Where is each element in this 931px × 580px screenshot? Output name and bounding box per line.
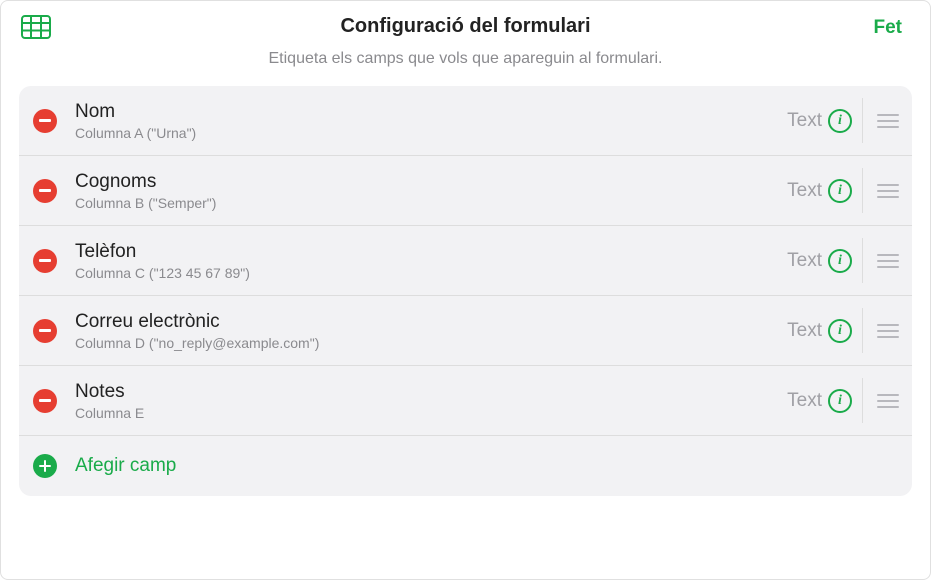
field-subtitle: Columna B ("Semper"): [75, 195, 787, 211]
field-row: Telèfon Columna C ("123 45 67 89") Text …: [19, 226, 912, 296]
page-title: Configuració del formulari: [25, 15, 906, 38]
remove-field-button[interactable]: [33, 319, 57, 343]
info-icon[interactable]: i: [828, 319, 852, 343]
info-icon[interactable]: i: [828, 109, 852, 133]
field-title: Cognoms: [75, 170, 787, 194]
header: Configuració del formulari Fet: [1, 1, 930, 44]
field-row: Nom Columna A ("Urna") Text i: [19, 86, 912, 156]
add-field-label[interactable]: Afegir camp: [57, 455, 176, 477]
field-subtitle: Columna D ("no_reply@example.com"): [75, 335, 787, 351]
field-label-group[interactable]: Telèfon Columna C ("123 45 67 89"): [57, 240, 787, 281]
field-label-group[interactable]: Notes Columna E: [57, 380, 787, 421]
remove-field-button[interactable]: [33, 249, 57, 273]
reorder-icon: [877, 324, 899, 338]
done-button[interactable]: Fet: [874, 17, 903, 39]
field-subtitle: Columna C ("123 45 67 89"): [75, 265, 787, 281]
add-field-button[interactable]: [33, 454, 57, 478]
drag-handle[interactable]: [862, 378, 912, 423]
field-type-label: Text: [787, 390, 822, 412]
field-subtitle: Columna E: [75, 405, 787, 421]
info-icon[interactable]: i: [828, 179, 852, 203]
form-config-window: Configuració del formulari Fet Etiqueta …: [0, 0, 931, 580]
field-title: Notes: [75, 380, 787, 404]
info-icon[interactable]: i: [828, 249, 852, 273]
field-title: Nom: [75, 100, 787, 124]
field-label-group[interactable]: Correu electrònic Columna D ("no_reply@e…: [57, 310, 787, 351]
field-row: Correu electrònic Columna D ("no_reply@e…: [19, 296, 912, 366]
reorder-icon: [877, 394, 899, 408]
field-row: Cognoms Columna B ("Semper") Text i: [19, 156, 912, 226]
field-subtitle: Columna A ("Urna"): [75, 125, 787, 141]
field-list: Nom Columna A ("Urna") Text i Cognoms Co…: [19, 86, 912, 496]
page-subtitle: Etiqueta els camps que vols que aparegui…: [1, 44, 930, 86]
info-icon[interactable]: i: [828, 389, 852, 413]
field-type-group: Text i: [787, 389, 862, 413]
field-type-label: Text: [787, 110, 822, 132]
field-type-group: Text i: [787, 109, 862, 133]
field-type-label: Text: [787, 250, 822, 272]
field-type-label: Text: [787, 320, 822, 342]
spreadsheet-icon: [21, 15, 51, 39]
drag-handle[interactable]: [862, 98, 912, 143]
drag-handle[interactable]: [862, 238, 912, 283]
field-type-group: Text i: [787, 179, 862, 203]
field-label-group[interactable]: Nom Columna A ("Urna"): [57, 100, 787, 141]
field-label-group[interactable]: Cognoms Columna B ("Semper"): [57, 170, 787, 211]
field-title: Correu electrònic: [75, 310, 787, 334]
reorder-icon: [877, 184, 899, 198]
reorder-icon: [877, 254, 899, 268]
reorder-icon: [877, 114, 899, 128]
add-field-row[interactable]: Afegir camp: [19, 436, 912, 496]
drag-handle[interactable]: [862, 168, 912, 213]
field-type-group: Text i: [787, 249, 862, 273]
field-row: Notes Columna E Text i: [19, 366, 912, 436]
remove-field-button[interactable]: [33, 179, 57, 203]
field-title: Telèfon: [75, 240, 787, 264]
field-type-label: Text: [787, 180, 822, 202]
drag-handle[interactable]: [862, 308, 912, 353]
field-type-group: Text i: [787, 319, 862, 343]
remove-field-button[interactable]: [33, 109, 57, 133]
remove-field-button[interactable]: [33, 389, 57, 413]
